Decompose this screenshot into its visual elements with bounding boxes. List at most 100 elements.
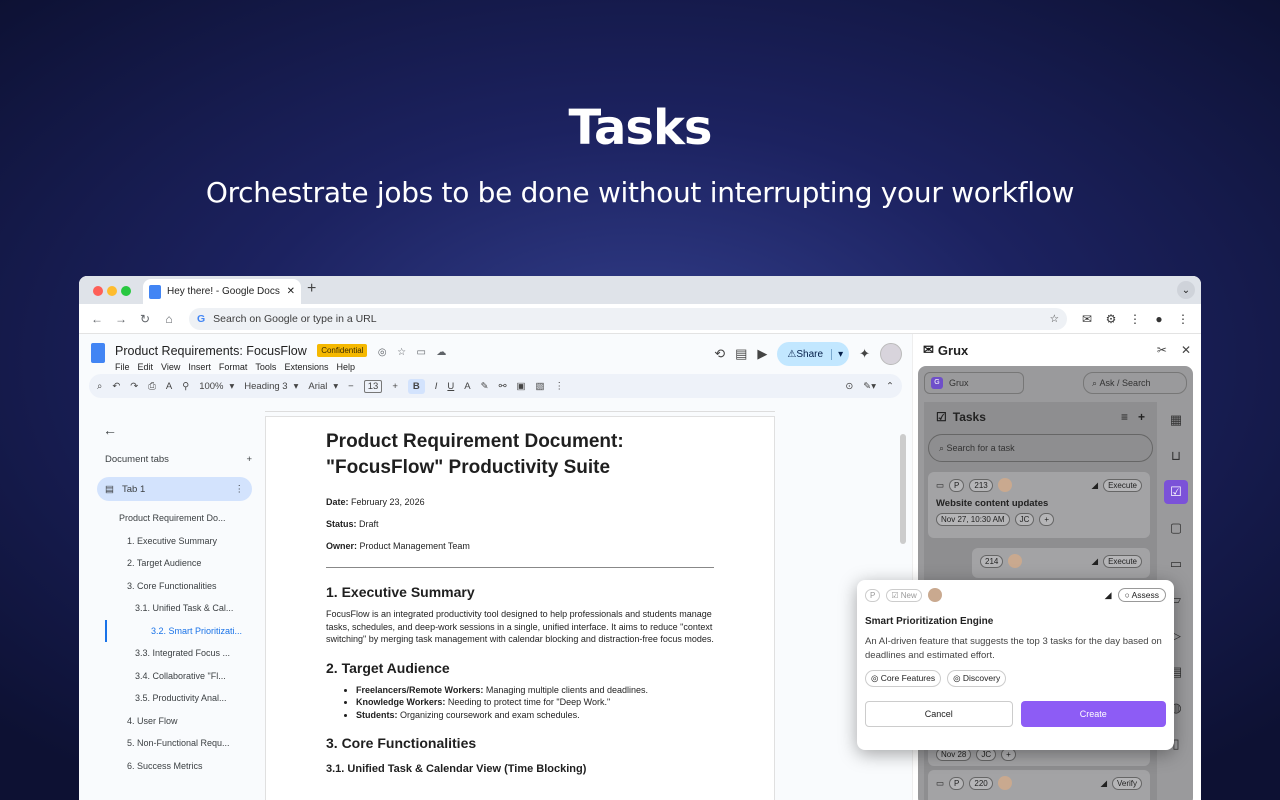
extensions-puzzle-icon[interactable]: ⚙ — [1099, 312, 1123, 326]
popup-task-description[interactable]: An AI-driven feature that suggests the t… — [865, 635, 1166, 662]
maximize-window-dot[interactable] — [121, 286, 131, 296]
status-pill[interactable]: Execute — [1103, 478, 1142, 492]
menu-view[interactable]: View — [161, 362, 180, 372]
print-icon[interactable]: ⎙ — [148, 381, 156, 392]
outline-item[interactable]: 2. Target Audience — [89, 552, 264, 575]
close-panel-icon[interactable]: ✕ — [1181, 343, 1191, 357]
confidential-badge[interactable]: Confidential — [317, 344, 368, 358]
outline-item[interactable]: 5. Non-Functional Requ... — [89, 732, 264, 755]
search-menus-icon[interactable]: ⌕ — [97, 381, 102, 392]
outline-item[interactable]: 4. User Flow — [89, 710, 264, 733]
link-icon[interactable]: ⚯ — [499, 381, 507, 392]
outline-item[interactable]: 3. Core Functionalities — [89, 575, 264, 598]
outline-item[interactable]: 3.4. Collaborative "Fl... — [89, 665, 264, 688]
omnibox[interactable]: G Search on Google or type in a URL ☆ — [189, 307, 1067, 330]
ruler[interactable] — [265, 402, 775, 412]
browser-tab[interactable]: Hey there! - Google Docs ✕ — [143, 279, 301, 304]
menu-file[interactable]: File — [115, 362, 130, 372]
tab-options-icon[interactable]: ⋮ — [235, 484, 245, 495]
minimize-window-dot[interactable] — [107, 286, 117, 296]
user-avatar[interactable] — [880, 343, 902, 365]
cancel-button[interactable]: Cancel — [865, 701, 1013, 727]
outline-item[interactable]: 3.5. Productivity Anal... — [89, 687, 264, 710]
tickets-icon[interactable]: ▭ — [1159, 546, 1193, 582]
meet-icon[interactable]: ▶ — [757, 346, 767, 362]
insert-image-icon[interactable]: ▧ — [536, 381, 545, 392]
style-select[interactable]: Heading 3 ▾ — [244, 381, 298, 392]
profile-avatar[interactable]: ● — [1147, 312, 1171, 326]
gemini-sparkle-icon[interactable]: ✦ — [859, 346, 870, 362]
add-comment-icon[interactable]: ▣ — [517, 381, 526, 392]
close-tab-icon[interactable]: ✕ — [287, 286, 295, 297]
pin-icon[interactable]: ✂ — [1157, 343, 1167, 357]
zoom-select[interactable]: 100% ▾ — [199, 381, 234, 392]
menu-insert[interactable]: Insert — [188, 362, 211, 372]
ask-search-input[interactable]: ⌕ Ask / Search — [1083, 372, 1187, 394]
italic-icon[interactable]: I — [435, 381, 438, 392]
doc-title[interactable]: Product Requirements: FocusFlow — [115, 344, 307, 358]
outline-item-active[interactable]: 3.2. Smart Prioritizati... — [105, 619, 264, 642]
priority-bars-icon[interactable]: ◢ — [1105, 590, 1112, 601]
menu-extensions[interactable]: Extensions — [284, 362, 328, 372]
editing-mode-icon[interactable]: ✎▾ — [863, 381, 876, 392]
status-pill[interactable]: Execute — [1103, 554, 1142, 568]
text-color-icon[interactable]: A — [464, 381, 470, 392]
close-window-dot[interactable] — [93, 286, 103, 296]
new-tab-icon[interactable]: + — [307, 280, 316, 298]
inbox-icon[interactable]: ⊔ — [1159, 438, 1193, 474]
mode-icon[interactable]: ⊙ — [845, 381, 853, 392]
outline-item[interactable]: 1. Executive Summary — [89, 530, 264, 553]
paint-format-icon[interactable]: ⚲ — [182, 381, 189, 392]
bookmark-star-icon[interactable]: ☆ — [1050, 313, 1059, 325]
assignee-avatar[interactable] — [927, 588, 942, 602]
home-icon[interactable]: ⌂ — [157, 312, 181, 326]
comments-icon[interactable]: ▤ — [735, 346, 747, 362]
task-card[interactable]: ▭ P 213 ◢ Execute Website content update… — [928, 472, 1150, 538]
tab-1[interactable]: ▤ Tab 1 ⋮ — [97, 477, 252, 501]
popup-task-title[interactable]: Smart Prioritization Engine — [865, 616, 1166, 627]
filter-icon[interactable]: ≡ — [1121, 410, 1138, 424]
create-button[interactable]: Create — [1020, 701, 1166, 727]
outline-item[interactable]: 6. Success Metrics — [89, 755, 264, 778]
history-icon[interactable]: ⟲ — [714, 346, 725, 362]
task-card[interactable]: 214 ◢ Execute — [972, 548, 1150, 578]
chat-icon[interactable]: ▢ — [1159, 510, 1193, 546]
undo-icon[interactable]: ↶ — [112, 381, 120, 392]
underline-icon[interactable]: U — [447, 381, 454, 392]
state-pill[interactable]: ☑ New — [886, 588, 922, 602]
bold-icon[interactable]: B — [407, 378, 425, 394]
task-search-input[interactable]: ⌕ Search for a task — [928, 434, 1153, 462]
workspace-select[interactable]: G Grux — [924, 372, 1024, 394]
menu-edit[interactable]: Edit — [138, 362, 154, 372]
add-assignee-icon[interactable]: + — [1039, 513, 1055, 526]
outline-item[interactable]: Product Requirement Do... — [89, 507, 264, 530]
tag-discovery[interactable]: ◎ Discovery — [947, 670, 1007, 687]
doc-scrollbar[interactable] — [900, 434, 906, 544]
menu-help[interactable]: Help — [336, 362, 355, 372]
more-options-icon[interactable]: ⋮ — [555, 381, 565, 392]
reload-icon[interactable]: ↻ — [133, 312, 157, 326]
chrome-menu-icon[interactable]: ⋮ — [1171, 312, 1195, 326]
move-folder-icon[interactable]: ▭ — [417, 347, 426, 358]
tab-search-chevron-icon[interactable]: ⌄ — [1177, 281, 1195, 299]
tag-core-features[interactable]: ◎ Core Features — [865, 670, 942, 687]
share-button[interactable]: ⚠ Share ▾ — [777, 342, 850, 366]
font-select[interactable]: Arial ▾ — [308, 381, 338, 392]
menu-tools[interactable]: Tools — [255, 362, 276, 372]
add-task-icon[interactable]: + — [1138, 410, 1145, 424]
more-vert-icon[interactable]: ⋮ — [1123, 312, 1147, 326]
back-icon[interactable]: ← — [85, 312, 109, 326]
status-pill[interactable]: Verify — [1111, 776, 1142, 790]
highlight-icon[interactable]: ✎ — [481, 381, 489, 392]
task-card[interactable]: ▭ P 220 ◢ Verify — [928, 770, 1150, 800]
share-dropdown-icon[interactable]: ▾ — [831, 348, 843, 360]
dashboard-icon[interactable]: ▦ — [1159, 402, 1193, 438]
label-icon[interactable]: ◎ — [378, 347, 387, 358]
grux-extension-icon[interactable]: ✉ — [1075, 312, 1099, 326]
star-icon[interactable]: ☆ — [397, 347, 406, 358]
font-size-input[interactable]: 13 — [363, 379, 383, 393]
docs-logo-icon[interactable] — [91, 343, 105, 363]
tasks-nav-icon[interactable]: ☑ — [1164, 480, 1188, 504]
outline-item[interactable]: 3.1. Unified Task & Cal... — [89, 597, 264, 620]
redo-icon[interactable]: ↷ — [130, 381, 138, 392]
